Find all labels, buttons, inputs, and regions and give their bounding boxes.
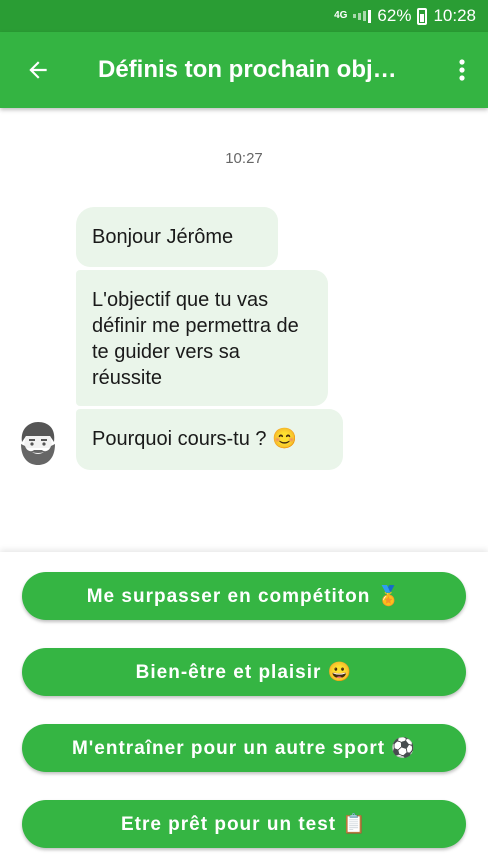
- quick-reply-panel: Me surpasser en compétiton 🏅 Bien-être e…: [0, 552, 488, 868]
- network-type: 4G: [334, 10, 348, 21]
- battery-icon: [417, 7, 428, 25]
- choice-button-other-sport[interactable]: M'entraîner pour un autre sport ⚽: [22, 724, 466, 772]
- more-vertical-icon: [459, 59, 465, 81]
- overflow-menu-button[interactable]: [436, 32, 488, 108]
- signal-icon: [353, 8, 372, 24]
- coach-avatar-icon: [21, 422, 55, 465]
- back-button[interactable]: [0, 32, 76, 108]
- status-bar: 4G 62% 10:28: [0, 0, 488, 32]
- battery-percent: 62%: [377, 6, 412, 25]
- page-title: Définis ton prochain obj…: [98, 56, 397, 83]
- status-time: 10:28: [433, 6, 476, 25]
- chat-bubble: Bonjour Jérôme: [76, 207, 278, 267]
- choice-button-wellbeing[interactable]: Bien-être et plaisir 😀: [22, 648, 466, 696]
- message-timestamp: 10:27: [225, 150, 263, 167]
- chat-bubble: Pourquoi cours-tu ? 😊: [76, 409, 343, 470]
- app-bar: Définis ton prochain obj…: [0, 32, 488, 108]
- choice-button-test[interactable]: Etre prêt pour un test 📋: [22, 800, 466, 848]
- chat-bubble: L'objectif que tu vas définir me permett…: [76, 270, 328, 406]
- choice-button-competition[interactable]: Me surpasser en compétiton 🏅: [22, 572, 466, 620]
- chat-area: 10:27 Bonjour Jérôme L'objectif que tu v…: [0, 108, 488, 552]
- arrow-left-icon: [29, 61, 47, 79]
